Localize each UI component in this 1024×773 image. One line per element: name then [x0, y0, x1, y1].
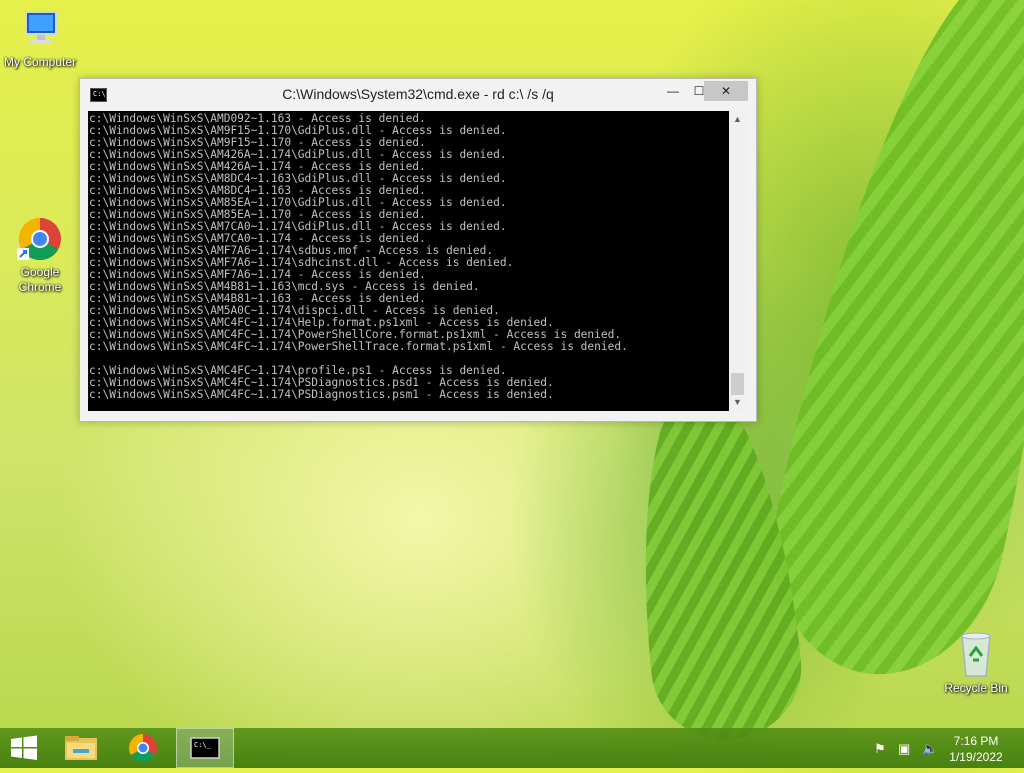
network-icon[interactable]: ▣ — [898, 741, 910, 757]
taskbar-chrome[interactable] — [118, 728, 168, 768]
minimize-button[interactable]: — — [660, 81, 686, 101]
folder-icon — [65, 736, 97, 760]
title-bar[interactable]: C:\_ C:\Windows\System32\cmd.exe - rd c:… — [80, 79, 756, 109]
taskbar: C:\_ ⚑ ▣ 🔈 7:16 PM 1/19/2022 — [0, 728, 1024, 768]
cmd-window[interactable]: C:\_ C:\Windows\System32\cmd.exe - rd c:… — [79, 78, 757, 422]
computer-icon — [25, 11, 57, 44]
desktop-icon-google-chrome[interactable]: Google Chrome — [0, 216, 80, 295]
clock-time: 7:16 PM — [953, 734, 999, 748]
desktop-icon-label: My Computer — [3, 55, 77, 69]
vertical-scrollbar[interactable]: ▲ ▼ — [729, 111, 746, 411]
chrome-icon — [129, 734, 157, 762]
console-text: c:\Windows\WinSxS\AMD092~1.163 - Access … — [89, 112, 628, 401]
cmd-icon-text: C:\_ — [194, 741, 212, 749]
scroll-up-arrow-icon[interactable]: ▲ — [729, 111, 746, 128]
cmd-icon: C:\_ — [190, 737, 220, 759]
close-button[interactable]: ✕ — [704, 81, 748, 101]
console-output[interactable]: c:\Windows\WinSxS\AMD092~1.163 - Access … — [88, 111, 729, 411]
desktop-icon-label: Recycle Bin — [944, 681, 1008, 695]
scroll-down-arrow-icon[interactable]: ▼ — [729, 394, 746, 411]
desktop-icon-recycle-bin[interactable]: Recycle Bin — [936, 630, 1016, 696]
desktop-icon-label: Google Chrome — [18, 265, 62, 294]
taskbar-file-explorer[interactable] — [56, 728, 106, 768]
system-clock[interactable]: 7:16 PM 1/19/2022 — [936, 733, 1016, 765]
action-center-flag-icon[interactable]: ⚑ — [874, 741, 886, 757]
scrollbar-thumb[interactable] — [731, 373, 744, 395]
clock-date: 1/19/2022 — [949, 750, 1003, 764]
windows-logo-icon — [11, 735, 37, 760]
taskbar-command-prompt[interactable]: C:\_ — [176, 728, 234, 768]
recycle-bin-icon — [961, 632, 991, 677]
desktop-icon-my-computer[interactable]: My Computer — [0, 8, 80, 70]
window-title: C:\Windows\System32\cmd.exe - rd c:\ /s … — [282, 86, 554, 102]
chrome-icon — [17, 218, 61, 261]
start-button[interactable] — [0, 728, 48, 768]
wallpaper-leaf — [621, 373, 809, 747]
